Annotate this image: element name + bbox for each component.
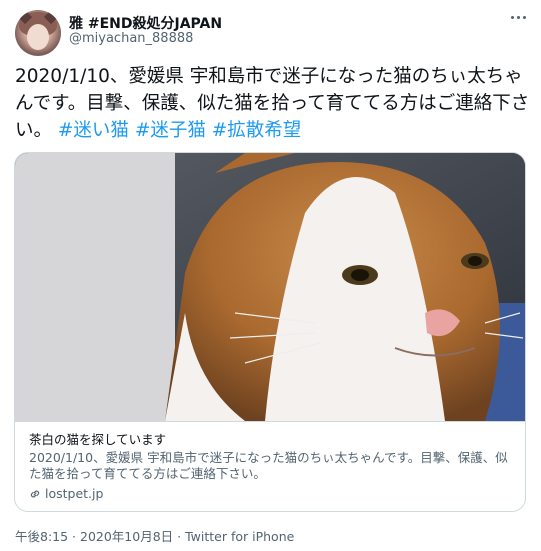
cat-photo-illustration [15, 153, 525, 421]
card-meta: 茶白の猫を探しています 2020/1/10、愛媛県 宇和島市で迷子になった猫のち… [15, 421, 525, 511]
source-link[interactable]: Twitter for iPhone [185, 529, 294, 544]
more-options-icon[interactable] [507, 10, 529, 24]
tweet: 雅 #END殺処分JAPAN @miyachan_88888 2020/1/10… [0, 0, 541, 551]
card-title: 茶白の猫を探しています [29, 432, 167, 447]
card-domain-text: lostpet.jp [45, 486, 104, 501]
hashtag-link[interactable]: #迷子猫 [135, 120, 206, 141]
author-name[interactable]: 雅 #END殺処分JAPAN [69, 13, 222, 33]
hashtag-link[interactable]: #迷い猫 [58, 120, 129, 141]
card-domain: lostpet.jp [29, 486, 511, 501]
card-description: 2020/1/10、愛媛県 宇和島市で迷子になった猫のちぃ太ちゃんです。目撃、保… [29, 450, 508, 481]
cat-photo[interactable] [15, 153, 525, 421]
link-icon [30, 490, 40, 497]
tweet-text: 2020/1/10、愛媛県 宇和島市で迷子になった猫のちぃ太ちゃんです。目撃、保… [15, 63, 530, 144]
tweet-footer: 午後8:15 · 2020年10月8日 · Twitter for iPhone [15, 526, 294, 545]
timestamp[interactable]: 午後8:15 · 2020年10月8日 · [15, 529, 181, 544]
author-handle[interactable]: @miyachan_88888 [69, 31, 193, 46]
hashtag-link[interactable]: #拡散希望 [212, 120, 302, 141]
link-card[interactable]: 茶白の猫を探しています 2020/1/10、愛媛県 宇和島市で迷子になった猫のち… [14, 152, 526, 512]
avatar[interactable] [15, 10, 61, 56]
avatar-face [27, 24, 49, 50]
